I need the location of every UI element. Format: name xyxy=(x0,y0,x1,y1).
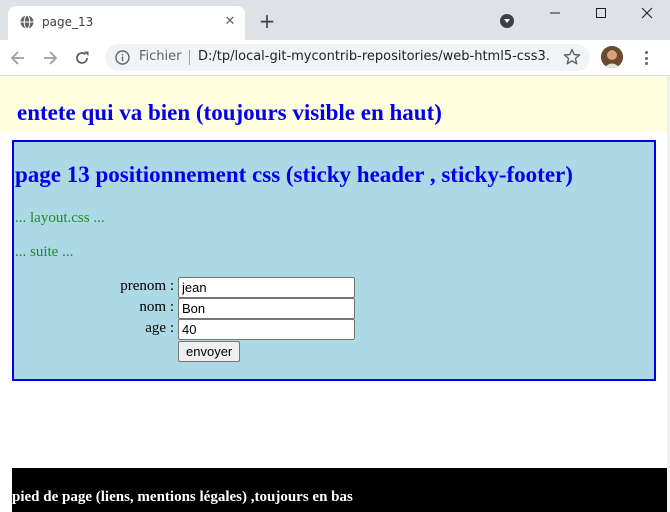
footer-text: pied de page (liens, mentions légales) ,… xyxy=(12,489,353,505)
omnibox-divider xyxy=(189,50,190,65)
nom-label: nom : xyxy=(139,299,174,315)
site-info-label[interactable]: Fichier xyxy=(139,49,182,64)
sticky-footer: pied de page (liens, mentions légales) ,… xyxy=(12,468,667,512)
form-row-age: age : xyxy=(14,319,374,340)
nom-input[interactable] xyxy=(178,298,355,319)
info-icon[interactable] xyxy=(115,50,130,65)
back-arrow-icon[interactable] xyxy=(7,47,29,69)
kebab-menu-icon[interactable] xyxy=(638,49,654,67)
prenom-input[interactable] xyxy=(178,277,355,298)
browser-toolbar: Fichier D:/tp/local-git-mycontrib-reposi… xyxy=(0,40,670,76)
age-label: age : xyxy=(145,320,174,336)
reload-icon[interactable] xyxy=(71,47,93,69)
paragraph-suite: ... suite ... xyxy=(15,244,74,260)
plus-icon[interactable]: + xyxy=(256,10,278,32)
form-row-nom: nom : xyxy=(14,298,374,319)
url-text[interactable]: D:/tp/local-git-mycontrib-repositories/w… xyxy=(198,49,550,64)
submit-button[interactable]: envoyer xyxy=(178,341,241,362)
globe-icon xyxy=(20,15,34,29)
window-close-icon[interactable] xyxy=(624,0,670,26)
browser-tab[interactable]: page_13 ✕ xyxy=(8,6,245,40)
avatar[interactable] xyxy=(601,46,623,68)
tab-search-icon[interactable] xyxy=(500,14,514,28)
tab-strip: page_13 ✕ + xyxy=(0,0,670,40)
close-icon[interactable]: ✕ xyxy=(221,13,239,31)
sticky-header: entete qui va bien (toujours visible en … xyxy=(0,76,667,132)
prenom-label: prenom : xyxy=(120,278,174,294)
address-bar[interactable]: Fichier D:/tp/local-git-mycontrib-reposi… xyxy=(105,44,590,71)
paragraph-layout: ... layout.css ... xyxy=(15,210,105,226)
forward-arrow-icon[interactable] xyxy=(39,47,61,69)
maximize-icon[interactable] xyxy=(578,0,624,26)
header-title: entete qui va bien (toujours visible en … xyxy=(17,100,442,125)
form-row-prenom: prenom : xyxy=(14,277,374,298)
main-content: page 13 positionnement css (sticky heade… xyxy=(12,140,656,381)
tab-title: page_13 xyxy=(42,15,94,29)
star-icon[interactable] xyxy=(563,48,581,66)
page-title: page 13 positionnement css (sticky heade… xyxy=(15,162,573,187)
minimize-icon[interactable] xyxy=(532,0,578,26)
age-input[interactable] xyxy=(178,319,355,340)
page-viewport: entete qui va bien (toujours visible en … xyxy=(0,76,667,512)
